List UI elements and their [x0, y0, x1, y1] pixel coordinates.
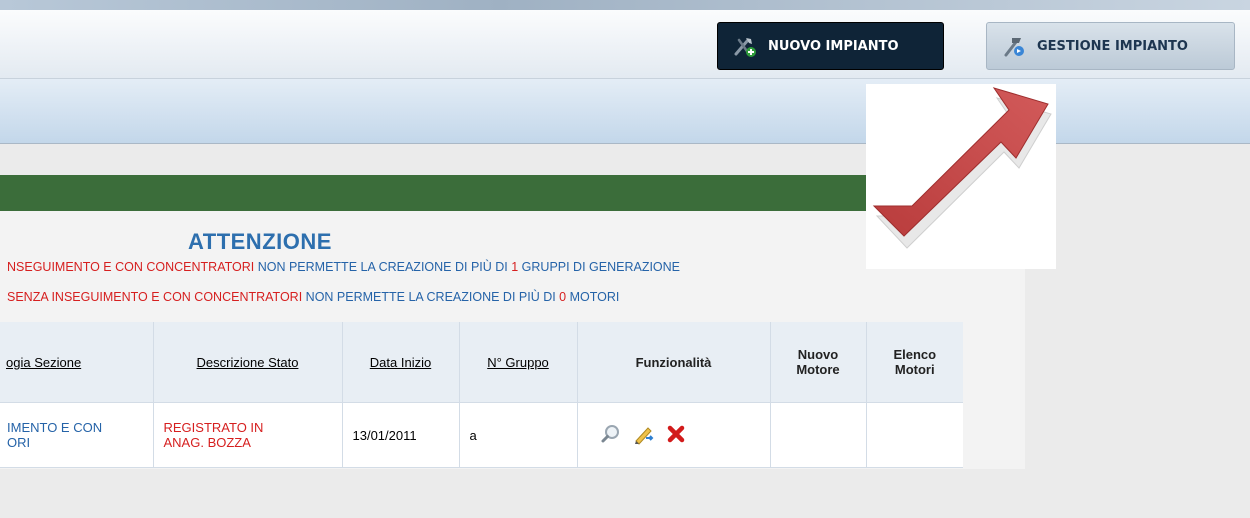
tools-add-icon [732, 34, 758, 58]
header-group-number[interactable]: N° Gruppo [458, 322, 577, 403]
table-header-row: ogia Sezione Descrizione Stato Data Iniz… [0, 322, 963, 403]
notice-line-1-text-a: NON PERMETTE LA CREAZIONE DI PIÙ DI [254, 260, 512, 274]
notice-line-2-type: SENZA INSEGUIMENTO E CON CONCENTRATORI [7, 290, 303, 304]
manage-plant-button[interactable]: GESTIONE IMPIANTO [986, 22, 1235, 70]
cell-new-motor [769, 402, 866, 468]
notice-line-1-text-b: GRUPPI DI GENERAZIONE [518, 260, 681, 274]
notice-line-1: NSEGUIMENTO E CON CONCENTRATORI NON PERM… [7, 260, 680, 274]
header-motor-list: Elenco Motori [865, 322, 963, 403]
header-start-date[interactable]: Data Inizio [341, 322, 459, 403]
notice-line-1-type: NSEGUIMENTO E CON CONCENTRATORI [7, 260, 255, 274]
notice-line-2: SENZA INSEGUIMENTO E CON CONCENTRATORI N… [7, 290, 619, 304]
header-new-motor: Nuovo Motore [769, 322, 866, 403]
sub-navigation-bar [0, 79, 1250, 144]
header-status-description[interactable]: Descrizione Stato [152, 322, 342, 403]
notice-line-2-text-a: NON PERMETTE LA CREAZIONE DI PIÙ DI [302, 290, 560, 304]
new-plant-button[interactable]: NUOVO IMPIANTO [717, 22, 944, 70]
manage-plant-label: GESTIONE IMPIANTO [1037, 38, 1188, 54]
cell-motor-list [865, 402, 963, 468]
cell-group-number: a [458, 402, 577, 468]
magnifier-icon[interactable] [600, 423, 622, 448]
header-section-type[interactable]: ogia Sezione [0, 322, 153, 403]
cell-functions [576, 402, 770, 468]
new-plant-label: NUOVO IMPIANTO [768, 38, 899, 54]
pencil-edit-icon[interactable] [632, 423, 656, 448]
red-x-icon[interactable] [666, 424, 686, 447]
top-strip [0, 0, 1250, 10]
notice-line-2-text-b: MOTORI [566, 290, 620, 304]
cell-status: REGISTRATO IN ANAG. BOZZA [152, 402, 342, 468]
attention-title: ATTENZIONE [188, 229, 332, 254]
callout-overlay [866, 84, 1056, 269]
sections-table: ogia Sezione Descrizione Stato Data Iniz… [0, 322, 963, 468]
cell-section-type: IMENTO E CON ORI [0, 402, 153, 468]
cell-start-date: 13/01/2011 [341, 402, 459, 468]
table-row: IMENTO E CON ORI REGISTRATO IN ANAG. BOZZA… [0, 402, 963, 468]
hammer-settings-icon [1001, 34, 1027, 58]
red-arrow-icon [872, 87, 1052, 249]
header-functions: Funzionalità [576, 322, 770, 403]
